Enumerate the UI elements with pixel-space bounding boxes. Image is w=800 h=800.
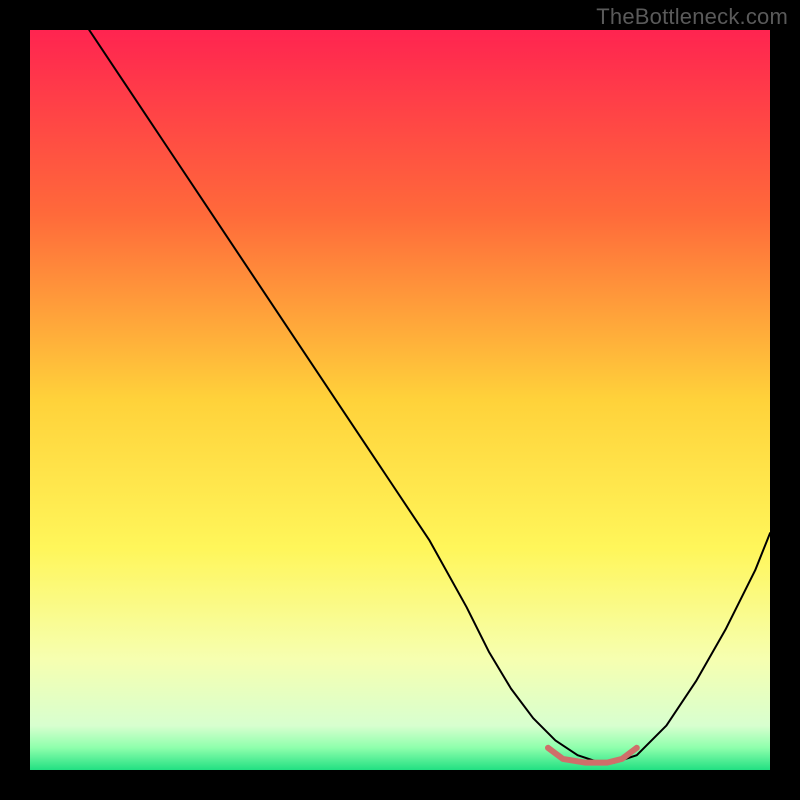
- watermark-text: TheBottleneck.com: [596, 4, 788, 30]
- bottleneck-chart: [30, 30, 770, 770]
- gradient-background: [30, 30, 770, 770]
- chart-container: TheBottleneck.com: [0, 0, 800, 800]
